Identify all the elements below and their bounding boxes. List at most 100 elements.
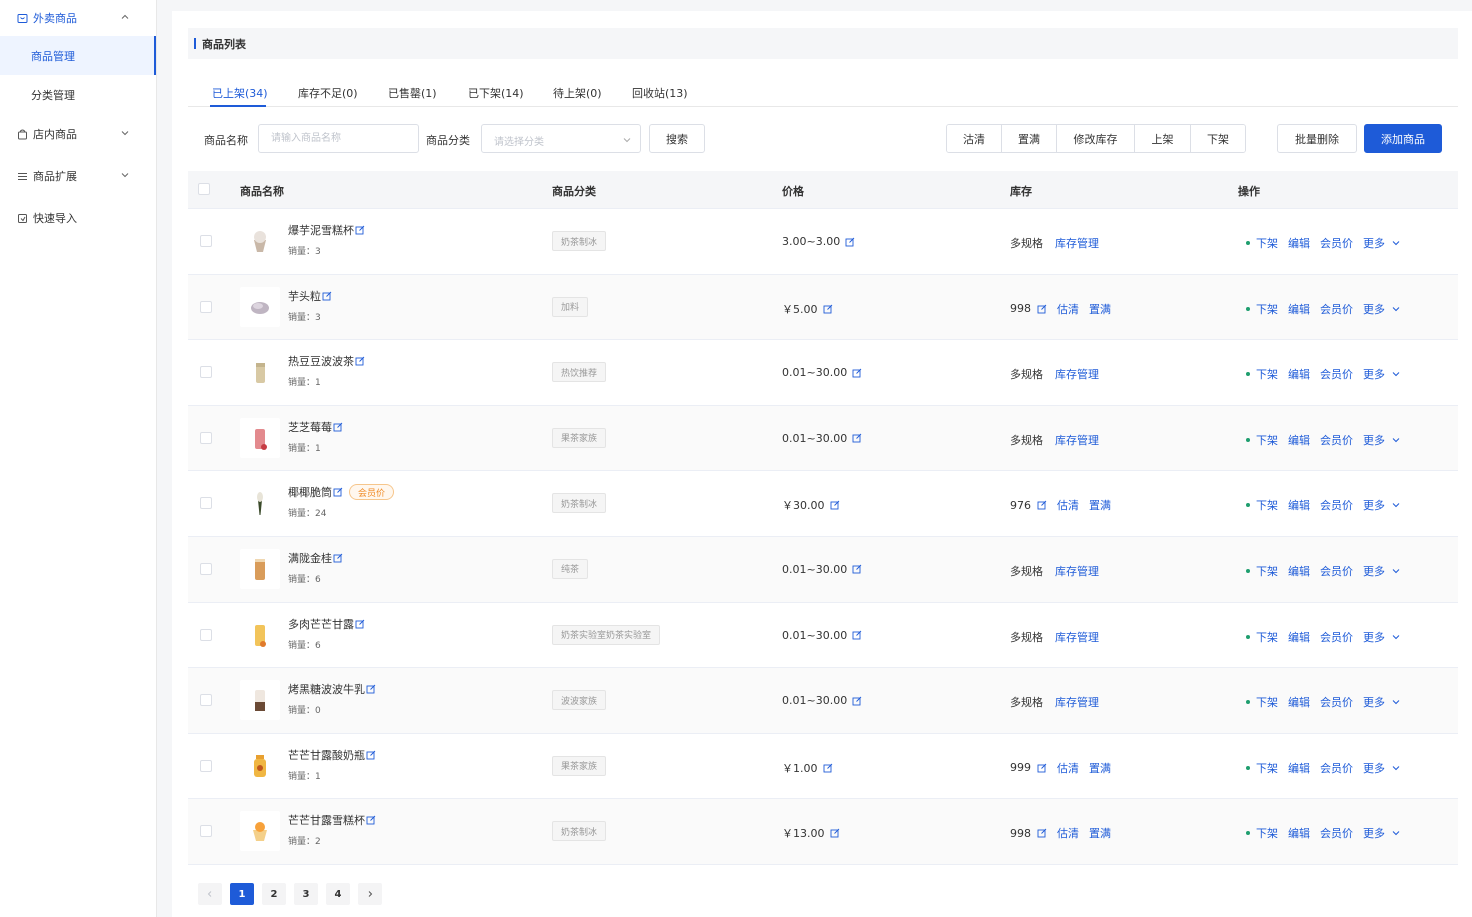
search-button[interactable]: 搜索	[649, 124, 705, 153]
edit-icon[interactable]	[333, 553, 343, 563]
fill-stock-link[interactable]: 置满	[1089, 301, 1111, 317]
edit-icon[interactable]	[1037, 828, 1047, 838]
put-on-shelf-button[interactable]: 上架	[1135, 125, 1191, 152]
chevron-down-icon[interactable]	[1391, 435, 1401, 445]
row-checkbox[interactable]	[200, 628, 212, 641]
more-link[interactable]: 更多	[1363, 629, 1385, 645]
edit-icon[interactable]	[845, 237, 855, 247]
edit-icon[interactable]	[366, 815, 376, 825]
member-price-link[interactable]: 会员价	[1320, 366, 1353, 382]
sidebar-item-product-management[interactable]: 商品管理	[0, 36, 156, 75]
fill-stock-link[interactable]: 置满	[1089, 497, 1111, 513]
chevron-down-icon[interactable]	[1391, 632, 1401, 642]
edit-icon[interactable]	[322, 291, 332, 301]
edit-link[interactable]: 编辑	[1288, 366, 1310, 382]
take-off-shelf-link[interactable]: 下架	[1256, 629, 1278, 645]
more-link[interactable]: 更多	[1363, 432, 1385, 448]
row-checkbox[interactable]	[200, 431, 212, 444]
chevron-down-icon[interactable]	[1391, 763, 1401, 773]
row-checkbox[interactable]	[200, 759, 212, 772]
edit-link[interactable]: 编辑	[1288, 563, 1310, 579]
row-checkbox[interactable]	[200, 497, 212, 510]
edit-link[interactable]: 编辑	[1288, 432, 1310, 448]
edit-link[interactable]: 编辑	[1288, 629, 1310, 645]
category-select[interactable]: 请选择分类	[481, 124, 641, 153]
add-product-button[interactable]: 添加商品	[1364, 124, 1442, 153]
fill-stock-link[interactable]: 置满	[1089, 760, 1111, 776]
tab-on-shelf[interactable]: 已上架(34)	[212, 85, 268, 101]
more-link[interactable]: 更多	[1363, 825, 1385, 841]
page-button-2[interactable]: 2	[262, 883, 286, 905]
member-price-link[interactable]: 会员价	[1320, 301, 1353, 317]
stock-manage-link[interactable]: 库存管理	[1055, 432, 1099, 448]
edit-icon[interactable]	[823, 304, 833, 314]
take-off-shelf-link[interactable]: 下架	[1256, 235, 1278, 251]
tab-sold-out[interactable]: 已售罄(1)	[388, 85, 437, 101]
more-link[interactable]: 更多	[1363, 366, 1385, 382]
edit-icon[interactable]	[1037, 304, 1047, 314]
edit-icon[interactable]	[355, 225, 365, 235]
tab-pending[interactable]: 待上架(0)	[553, 85, 602, 101]
edit-icon[interactable]	[852, 696, 862, 706]
edit-icon[interactable]	[830, 828, 840, 838]
tab-recycle-bin[interactable]: 回收站(13)	[632, 85, 688, 101]
member-price-link[interactable]: 会员价	[1320, 694, 1353, 710]
row-checkbox[interactable]	[200, 825, 212, 838]
edit-icon[interactable]	[333, 487, 343, 497]
more-link[interactable]: 更多	[1363, 497, 1385, 513]
edit-icon[interactable]	[823, 763, 833, 773]
row-checkbox[interactable]	[200, 235, 212, 247]
row-checkbox[interactable]	[200, 562, 212, 575]
sidebar-group-quick-import[interactable]: 快速导入	[0, 200, 156, 236]
edit-icon[interactable]	[852, 368, 862, 378]
chevron-down-icon[interactable]	[1391, 238, 1401, 248]
stock-manage-link[interactable]: 库存管理	[1055, 694, 1099, 710]
edit-link[interactable]: 编辑	[1288, 694, 1310, 710]
sidebar-item-category-management[interactable]: 分类管理	[0, 75, 156, 114]
page-button-4[interactable]: 4	[326, 883, 350, 905]
row-checkbox[interactable]	[200, 300, 212, 313]
edit-icon[interactable]	[355, 619, 365, 629]
stock-manage-link[interactable]: 库存管理	[1055, 629, 1099, 645]
estimate-clear-button[interactable]: 沽清	[947, 125, 1002, 152]
edit-icon[interactable]	[355, 356, 365, 366]
batch-delete-button[interactable]: 批量删除	[1277, 124, 1357, 153]
edit-icon[interactable]	[366, 750, 376, 760]
edit-icon[interactable]	[1037, 500, 1047, 510]
sidebar-group-in-store[interactable]: 店内商品	[0, 116, 156, 152]
product-name-input[interactable]	[258, 124, 419, 153]
member-price-link[interactable]: 会员价	[1320, 563, 1353, 579]
edit-link[interactable]: 编辑	[1288, 825, 1310, 841]
member-price-link[interactable]: 会员价	[1320, 235, 1353, 251]
edit-icon[interactable]	[852, 630, 862, 640]
member-price-link[interactable]: 会员价	[1320, 497, 1353, 513]
edit-link[interactable]: 编辑	[1288, 760, 1310, 776]
chevron-down-icon[interactable]	[1391, 500, 1401, 510]
chevron-down-icon[interactable]	[1391, 566, 1401, 576]
fill-stock-link[interactable]: 置满	[1089, 825, 1111, 841]
chevron-down-icon[interactable]	[1391, 828, 1401, 838]
sidebar-group-extension[interactable]: 商品扩展	[0, 158, 156, 194]
edit-icon[interactable]	[852, 433, 862, 443]
edit-icon[interactable]	[366, 684, 376, 694]
estimate-clear-link[interactable]: 估清	[1057, 825, 1079, 841]
select-all-checkbox[interactable]	[198, 183, 210, 195]
take-off-shelf-link[interactable]: 下架	[1256, 301, 1278, 317]
tab-low-stock[interactable]: 库存不足(0)	[298, 85, 358, 101]
estimate-clear-link[interactable]: 估清	[1057, 760, 1079, 776]
take-off-shelf-link[interactable]: 下架	[1256, 563, 1278, 579]
edit-link[interactable]: 编辑	[1288, 235, 1310, 251]
fill-stock-button[interactable]: 置满	[1002, 125, 1057, 152]
chevron-down-icon[interactable]	[1391, 304, 1401, 314]
sidebar-group-takeout[interactable]: 外卖商品	[0, 0, 156, 36]
modify-stock-button[interactable]: 修改库存	[1057, 125, 1135, 152]
estimate-clear-link[interactable]: 估清	[1057, 497, 1079, 513]
take-off-shelf-button[interactable]: 下架	[1191, 125, 1245, 152]
take-off-shelf-link[interactable]: 下架	[1256, 760, 1278, 776]
prev-page-button[interactable]	[198, 883, 222, 905]
page-button-3[interactable]: 3	[294, 883, 318, 905]
stock-manage-link[interactable]: 库存管理	[1055, 366, 1099, 382]
take-off-shelf-link[interactable]: 下架	[1256, 497, 1278, 513]
member-price-link[interactable]: 会员价	[1320, 825, 1353, 841]
member-price-link[interactable]: 会员价	[1320, 432, 1353, 448]
